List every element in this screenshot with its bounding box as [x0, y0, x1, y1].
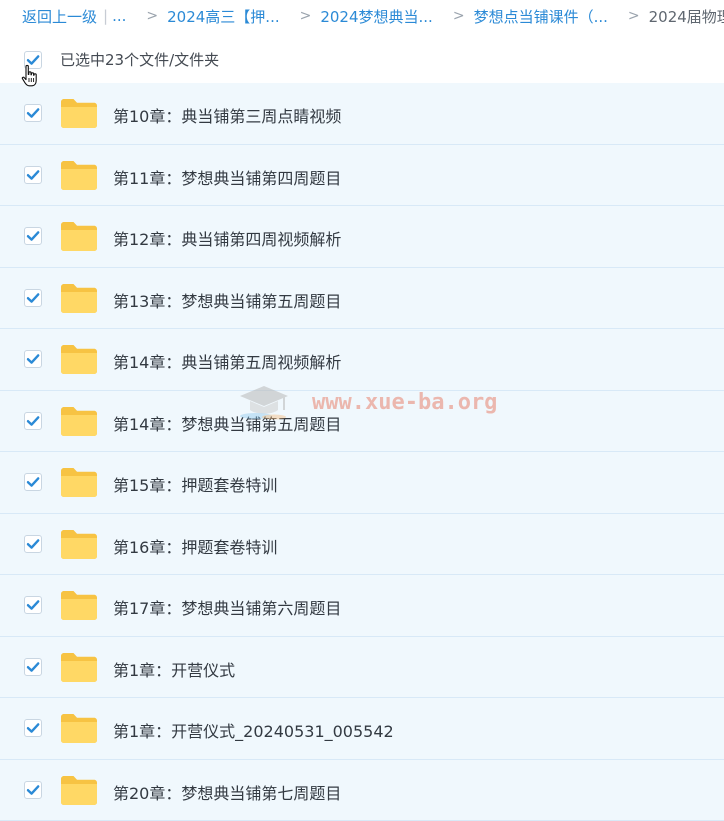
select-all-bar: 已选中23个文件/文件夹 — [0, 40, 724, 80]
check-icon — [25, 720, 41, 736]
file-name[interactable]: 第15章：押题套卷特训 — [113, 472, 277, 496]
breadcrumb-item[interactable]: 2024梦想典当... — [320, 6, 432, 27]
folder-icon — [60, 590, 98, 621]
file-name[interactable]: 第13章：梦想典当铺第五周题目 — [113, 288, 341, 312]
selection-count-label: 已选中23个文件/文件夹 — [60, 49, 219, 70]
file-row[interactable]: 第12章：典当铺第四周视频解析 — [0, 206, 724, 268]
file-name[interactable]: 第1章：开营仪式_20240531_005542 — [113, 718, 394, 742]
file-name[interactable]: 第17章：梦想典当铺第六周题目 — [113, 595, 341, 619]
file-checkbox[interactable] — [24, 719, 42, 737]
breadcrumb-ellipsis[interactable]: ... — [112, 7, 126, 25]
breadcrumb-divider: | — [103, 7, 108, 25]
file-row[interactable]: 第13章：梦想典当铺第五周题目 — [0, 268, 724, 330]
file-checkbox[interactable] — [24, 412, 42, 430]
folder-icon — [60, 713, 98, 744]
file-row[interactable]: 第20章：梦想典当铺第七周题目 — [0, 760, 724, 821]
check-icon — [25, 536, 41, 552]
check-icon — [25, 474, 41, 490]
folder-icon — [60, 98, 98, 129]
folder-icon — [60, 652, 98, 683]
breadcrumb-item[interactable]: 梦想点当铺课件（... — [474, 6, 608, 27]
breadcrumb: 返回上一级 | ... > 2024高三【押... > 2024梦想典当... … — [0, 0, 724, 32]
folder-icon — [60, 406, 98, 437]
file-checkbox[interactable] — [24, 227, 42, 245]
file-row[interactable]: 第1章：开营仪式_20240531_005542 — [0, 698, 724, 760]
file-checkbox[interactable] — [24, 473, 42, 491]
check-icon — [25, 782, 41, 798]
check-icon — [25, 290, 41, 306]
file-checkbox[interactable] — [24, 350, 42, 368]
folder-icon — [60, 529, 98, 560]
check-icon — [25, 167, 41, 183]
file-name[interactable]: 第11章：梦想典当铺第四周题目 — [113, 165, 341, 189]
file-checkbox[interactable] — [24, 596, 42, 614]
file-name[interactable]: 第10章：典当铺第三周点睛视频 — [113, 103, 341, 127]
file-checkbox[interactable] — [24, 781, 42, 799]
breadcrumb-separator: > — [453, 8, 465, 24]
breadcrumb-separator: > — [146, 8, 158, 24]
file-checkbox[interactable] — [24, 166, 42, 184]
file-row[interactable]: 第15章：押题套卷特训 — [0, 452, 724, 514]
folder-icon — [60, 775, 98, 806]
file-name[interactable]: 第20章：梦想典当铺第七周题目 — [113, 780, 341, 804]
folder-icon — [60, 221, 98, 252]
file-list: 第10章：典当铺第三周点睛视频 第11章：梦想典当铺第四周题目 第12章：典当铺… — [0, 83, 724, 821]
file-name[interactable]: 第1章：开营仪式 — [113, 657, 235, 681]
folder-icon — [60, 160, 98, 191]
file-name[interactable]: 第14章：典当铺第五周视频解析 — [113, 349, 341, 373]
check-icon — [25, 351, 41, 367]
folder-icon — [60, 344, 98, 375]
check-icon — [25, 413, 41, 429]
breadcrumb-current: 2024届物理梦... — [649, 6, 724, 27]
file-checkbox[interactable] — [24, 658, 42, 676]
file-name[interactable]: 第14章：梦想典当铺第五周题目 — [113, 411, 341, 435]
file-row[interactable]: 第1章：开营仪式 — [0, 637, 724, 699]
file-row[interactable]: 第17章：梦想典当铺第六周题目 — [0, 575, 724, 637]
check-icon — [25, 105, 41, 121]
breadcrumb-separator: > — [628, 8, 640, 24]
file-checkbox[interactable] — [24, 104, 42, 122]
back-link[interactable]: 返回上一级 — [22, 6, 97, 27]
folder-icon — [60, 283, 98, 314]
folder-icon — [60, 467, 98, 498]
file-name[interactable]: 第16章：押题套卷特训 — [113, 534, 277, 558]
breadcrumb-item[interactable]: 2024高三【押... — [167, 6, 279, 27]
check-icon — [25, 228, 41, 244]
file-row[interactable]: 第10章：典当铺第三周点睛视频 — [0, 83, 724, 145]
breadcrumb-separator: > — [300, 8, 312, 24]
check-icon — [25, 597, 41, 613]
check-icon — [25, 659, 41, 675]
file-row[interactable]: 第14章：典当铺第五周视频解析 — [0, 329, 724, 391]
hand-cursor-icon — [20, 64, 42, 90]
file-checkbox[interactable] — [24, 535, 42, 553]
file-checkbox[interactable] — [24, 289, 42, 307]
file-row[interactable]: 第16章：押题套卷特训 — [0, 514, 724, 576]
file-row[interactable]: 第14章：梦想典当铺第五周题目 — [0, 391, 724, 453]
file-name[interactable]: 第12章：典当铺第四周视频解析 — [113, 226, 341, 250]
file-row[interactable]: 第11章：梦想典当铺第四周题目 — [0, 145, 724, 207]
